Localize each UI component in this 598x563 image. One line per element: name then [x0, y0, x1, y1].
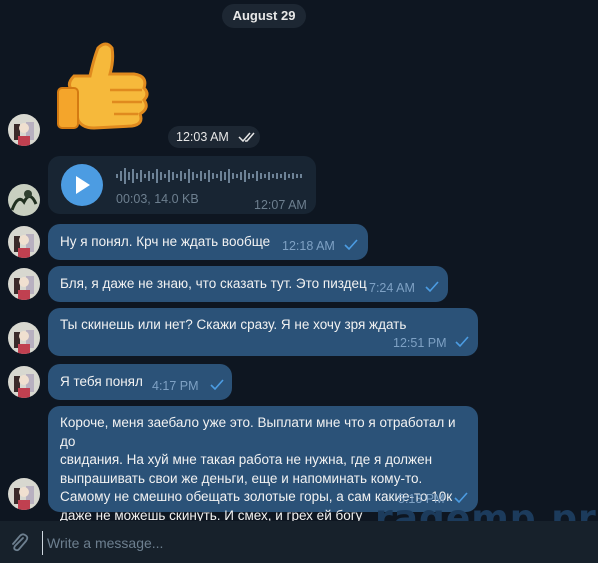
- play-button[interactable]: [61, 164, 103, 206]
- message-time: 7:24 AM: [369, 281, 415, 295]
- message-text: Бля, я даже не знаю, что сказать тут. Эт…: [60, 276, 367, 291]
- sticker-time: 12:03 AM: [176, 130, 229, 144]
- avatar[interactable]: [8, 184, 40, 216]
- avatar[interactable]: [8, 322, 40, 354]
- message-bubble[interactable]: Ну я понял. Крч не ждать вообще 12:18 AM: [48, 224, 368, 260]
- paperclip-icon[interactable]: [8, 532, 30, 559]
- check-icon: [344, 238, 358, 255]
- message-line: выпрашивать свои же деньги, еще и напоми…: [60, 470, 423, 486]
- voice-waveform[interactable]: [116, 166, 306, 186]
- message-line: свидания. На хуй мне такая работа не нуж…: [60, 452, 433, 468]
- avatar[interactable]: [8, 226, 40, 258]
- check-icon: [425, 280, 439, 297]
- check-icon: [210, 378, 224, 395]
- message-time: 12:18 AM: [282, 239, 335, 253]
- message-bubble[interactable]: Я тебя понял 4:17 PM: [48, 364, 232, 400]
- check-icon: [455, 335, 469, 352]
- message-text: Я тебя понял: [60, 374, 143, 389]
- voice-meta: 00:03, 14.0 KB: [116, 192, 199, 206]
- message-time: 4:17 PM: [152, 379, 199, 393]
- avatar[interactable]: [8, 114, 40, 146]
- voice-message-bubble[interactable]: 00:03, 14.0 KB 12:07 AM: [48, 156, 316, 214]
- avatar[interactable]: [8, 366, 40, 398]
- message-time: 12:07 AM: [254, 198, 307, 212]
- message-input[interactable]: [42, 531, 579, 555]
- message-bubble[interactable]: Короче, меня заебало уже это. Выплати мн…: [48, 406, 478, 523]
- message-bubble[interactable]: Ты скинешь или нет? Скажи сразу. Я не хо…: [48, 308, 478, 356]
- message-composer: [0, 521, 598, 563]
- sticker-time-badge: 12:03 AM: [168, 126, 260, 148]
- message-text: Ты скинешь или нет? Скажи сразу. Я не хо…: [60, 317, 407, 332]
- avatar[interactable]: [8, 268, 40, 300]
- message-time: 12:51 PM: [393, 336, 447, 350]
- play-icon: [76, 176, 90, 197]
- date-header: August 29: [222, 4, 306, 28]
- message-line: Короче, меня заебало уже это. Выплати мн…: [60, 415, 456, 449]
- thumbs-up-sticker[interactable]: [54, 40, 154, 136]
- double-check-icon: [238, 126, 256, 155]
- message-bubble[interactable]: Бля, я даже не знаю, что сказать тут. Эт…: [48, 266, 448, 302]
- message-text: Ну я понял. Крч не ждать вообще: [60, 234, 271, 249]
- avatar[interactable]: [8, 478, 40, 510]
